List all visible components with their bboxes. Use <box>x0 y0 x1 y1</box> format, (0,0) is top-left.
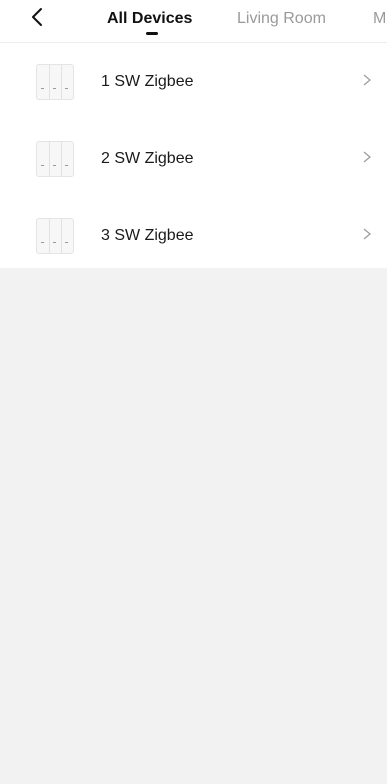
device-list: 1 SW Zigbee 2 SW Zigbee 3 SW Zigbee <box>0 42 387 273</box>
room-tabs: All Devices Living Room M <box>0 0 387 42</box>
tab-living-room[interactable]: Living Room <box>237 10 326 28</box>
active-tab-indicator <box>146 32 158 35</box>
device-name: 1 SW Zigbee <box>101 73 194 90</box>
chevron-right-icon <box>363 151 371 163</box>
tab-all-devices[interactable]: All Devices <box>107 10 192 28</box>
device-row[interactable]: 2 SW Zigbee <box>0 119 387 196</box>
chevron-right-icon <box>363 74 371 86</box>
device-row[interactable]: 3 SW Zigbee <box>0 196 387 273</box>
device-name: 2 SW Zigbee <box>101 150 194 167</box>
wall-switch-icon <box>36 218 74 254</box>
wall-switch-icon <box>36 64 74 100</box>
chevron-right-icon <box>363 228 371 240</box>
device-row[interactable]: 1 SW Zigbee <box>0 42 387 119</box>
header-bar: All Devices Living Room M <box>0 0 387 43</box>
wall-switch-icon <box>36 141 74 177</box>
device-list-panel: All Devices Living Room M 1 SW Zigbee 2 … <box>0 0 387 268</box>
device-name: 3 SW Zigbee <box>101 227 194 244</box>
tab-more-rooms[interactable]: M <box>373 10 386 28</box>
